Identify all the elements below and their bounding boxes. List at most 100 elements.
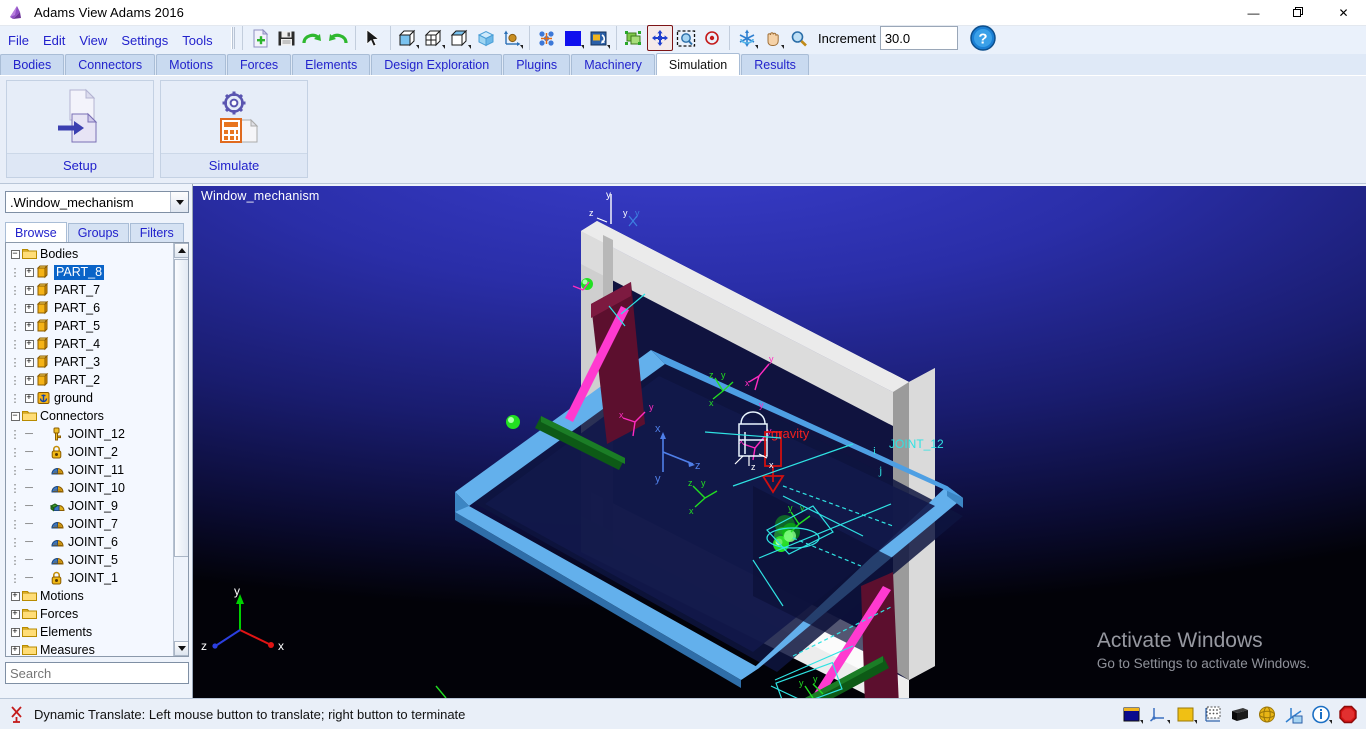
status-color-button[interactable] bbox=[1174, 702, 1198, 726]
tree-item-joint_2[interactable]: ⋮ ─ JOINT_2 bbox=[6, 443, 173, 461]
tree-item-part_2[interactable]: ⋮ + PART_2 bbox=[6, 371, 173, 389]
zoom-box-button[interactable] bbox=[673, 25, 699, 51]
tab-motions[interactable]: Motions bbox=[156, 54, 226, 75]
tree-expander-plus-icon[interactable]: + bbox=[22, 339, 36, 349]
status-view-orientation-button[interactable] bbox=[1282, 702, 1306, 726]
toolbar-grip[interactable] bbox=[231, 27, 235, 49]
tree-expander-plus-icon[interactable]: + bbox=[8, 609, 22, 619]
top-view-button[interactable] bbox=[447, 25, 473, 51]
status-axes-button[interactable] bbox=[1147, 702, 1171, 726]
model-tree[interactable]: − Bodies ⋮ + PART_8 ⋮ + PART_7 ⋮ + PART_6 ⋮ + PART_5 ⋮… bbox=[5, 242, 189, 657]
background-color-button[interactable] bbox=[560, 25, 586, 51]
tab-results[interactable]: Results bbox=[741, 54, 809, 75]
tree-expander-plus-icon[interactable]: + bbox=[8, 591, 22, 601]
redo-button[interactable] bbox=[299, 25, 325, 51]
rotate-view-button[interactable] bbox=[734, 25, 760, 51]
tree-scroll-thumb[interactable] bbox=[174, 259, 188, 557]
tree-expander-plus-icon[interactable]: + bbox=[22, 303, 36, 313]
tab-bodies[interactable]: Bodies bbox=[0, 54, 65, 75]
tree-expander-plus-icon[interactable]: + bbox=[22, 375, 36, 385]
tree-item-part_5[interactable]: ⋮ + PART_5 bbox=[6, 317, 173, 335]
tree-expander-plus-icon[interactable]: + bbox=[22, 267, 36, 277]
tree-item-part_4[interactable]: ⋮ + PART_4 bbox=[6, 335, 173, 353]
tree-item-label: Measures bbox=[40, 642, 95, 657]
tree-item-joint_12[interactable]: ⋮ ─ JOINT_12 bbox=[6, 425, 173, 443]
select-all-button[interactable] bbox=[621, 25, 647, 51]
tree-item-measures[interactable]: + Measures bbox=[6, 641, 173, 657]
tree-scroll-up-button[interactable] bbox=[174, 243, 188, 258]
tree-item-joint_7[interactable]: ⋮ ─ JOINT_7 bbox=[6, 515, 173, 533]
status-message: Dynamic Translate: Left mouse button to … bbox=[34, 706, 466, 722]
subtab-groups[interactable]: Groups bbox=[67, 223, 129, 242]
tree-item-part_6[interactable]: ⋮ + PART_6 bbox=[6, 299, 173, 317]
tab-elements[interactable]: Elements bbox=[292, 54, 371, 75]
tree-item-motions[interactable]: + Motions bbox=[6, 587, 173, 605]
tree-item-connectors[interactable]: − Connectors bbox=[6, 407, 173, 425]
render-mode-button[interactable] bbox=[586, 25, 612, 51]
tree-expander-plus-icon[interactable]: + bbox=[8, 627, 22, 637]
tree-item-joint_11[interactable]: ⋮ ─ JOINT_11 bbox=[6, 461, 173, 479]
tree-item-part_3[interactable]: ⋮ + PART_3 bbox=[6, 353, 173, 371]
3d-viewport[interactable]: Window_mechanism z y x z y x y y y y y x… bbox=[193, 186, 1366, 698]
tab-simulation[interactable]: Simulation bbox=[655, 53, 741, 75]
tab-forces[interactable]: Forces bbox=[226, 54, 292, 75]
undo-button[interactable] bbox=[325, 25, 351, 51]
tree-scroll-down-button[interactable] bbox=[174, 641, 188, 656]
tree-item-elements[interactable]: + Elements bbox=[6, 623, 173, 641]
search-input[interactable] bbox=[5, 662, 189, 684]
status-view-background-button[interactable] bbox=[1120, 702, 1144, 726]
tree-expander-plus-icon[interactable]: + bbox=[8, 645, 22, 655]
part-box-icon bbox=[36, 301, 52, 315]
status-render-button[interactable] bbox=[1228, 702, 1252, 726]
subtab-filters[interactable]: Filters bbox=[129, 223, 184, 242]
tree-item-bodies[interactable]: − Bodies bbox=[6, 245, 173, 263]
help-button[interactable]: ? bbox=[968, 23, 998, 53]
tree-item-joint_1[interactable]: ⋮ ─ JOINT_1 bbox=[6, 569, 173, 587]
wireframe-view-button[interactable] bbox=[421, 25, 447, 51]
select-tool-button[interactable] bbox=[360, 25, 386, 51]
tab-connectors[interactable]: Connectors bbox=[65, 54, 156, 75]
zoom-button[interactable] bbox=[786, 25, 812, 51]
pan-view-button[interactable] bbox=[760, 25, 786, 51]
working-grid-button[interactable] bbox=[499, 25, 525, 51]
tree-item-joint_10[interactable]: ⋮ ─ JOINT_10 bbox=[6, 479, 173, 497]
tree-item-joint_9[interactable]: ⋮ ─ JOINT_9 bbox=[6, 497, 173, 515]
tree-expander-plus-icon[interactable]: + bbox=[22, 285, 36, 295]
tree-item-ground[interactable]: ⋮ + ground bbox=[6, 389, 173, 407]
save-button[interactable] bbox=[273, 25, 299, 51]
svg-text:z: z bbox=[589, 208, 594, 218]
center-view-button[interactable] bbox=[699, 25, 725, 51]
tab-machinery[interactable]: Machinery bbox=[571, 54, 655, 75]
tree-scrollbar[interactable] bbox=[173, 243, 188, 656]
tree-item-joint_5[interactable]: ⋮ ─ JOINT_5 bbox=[6, 551, 173, 569]
subtab-browse[interactable]: Browse bbox=[5, 222, 67, 242]
status-grid-button[interactable] bbox=[1201, 702, 1225, 726]
dynamic-translate-button[interactable] bbox=[647, 25, 673, 51]
tree-item-forces[interactable]: + Forces bbox=[6, 605, 173, 623]
svg-text:y: y bbox=[721, 370, 726, 380]
front-view-button[interactable] bbox=[395, 25, 421, 51]
icon-display-button[interactable] bbox=[534, 25, 560, 51]
tree-expander-plus-icon[interactable]: + bbox=[22, 393, 36, 403]
shaded-view-button[interactable] bbox=[473, 25, 499, 51]
tree-expander-minus-icon[interactable]: − bbox=[8, 411, 22, 421]
tree-item-part_7[interactable]: ⋮ + PART_7 bbox=[6, 281, 173, 299]
model-selector[interactable]: .Window_mechanism bbox=[5, 191, 189, 213]
tab-design-exploration[interactable]: Design Exploration bbox=[371, 54, 503, 75]
tree-expander-plus-icon[interactable]: + bbox=[22, 357, 36, 367]
status-shading-button[interactable] bbox=[1255, 702, 1279, 726]
tree-item-part_8[interactable]: ⋮ + PART_8 bbox=[6, 263, 173, 281]
tree-item-joint_6[interactable]: ⋮ ─ JOINT_6 bbox=[6, 533, 173, 551]
ribbon-group-setup-label[interactable]: Setup bbox=[7, 153, 153, 177]
tree-expander-plus-icon[interactable]: + bbox=[22, 321, 36, 331]
ribbon-group-simulate[interactable]: Simulate bbox=[160, 80, 308, 178]
status-stop-button[interactable] bbox=[1336, 702, 1360, 726]
increment-input[interactable] bbox=[879, 26, 958, 50]
tab-plugins[interactable]: Plugins bbox=[503, 54, 571, 75]
ribbon-group-setup[interactable]: Setup bbox=[6, 80, 154, 178]
status-info-button[interactable] bbox=[1309, 702, 1333, 726]
tree-expander-minus-icon[interactable]: − bbox=[8, 249, 22, 259]
new-model-button[interactable] bbox=[247, 25, 273, 51]
ribbon-group-simulate-label[interactable]: Simulate bbox=[161, 153, 307, 177]
chevron-down-icon[interactable] bbox=[170, 192, 188, 212]
